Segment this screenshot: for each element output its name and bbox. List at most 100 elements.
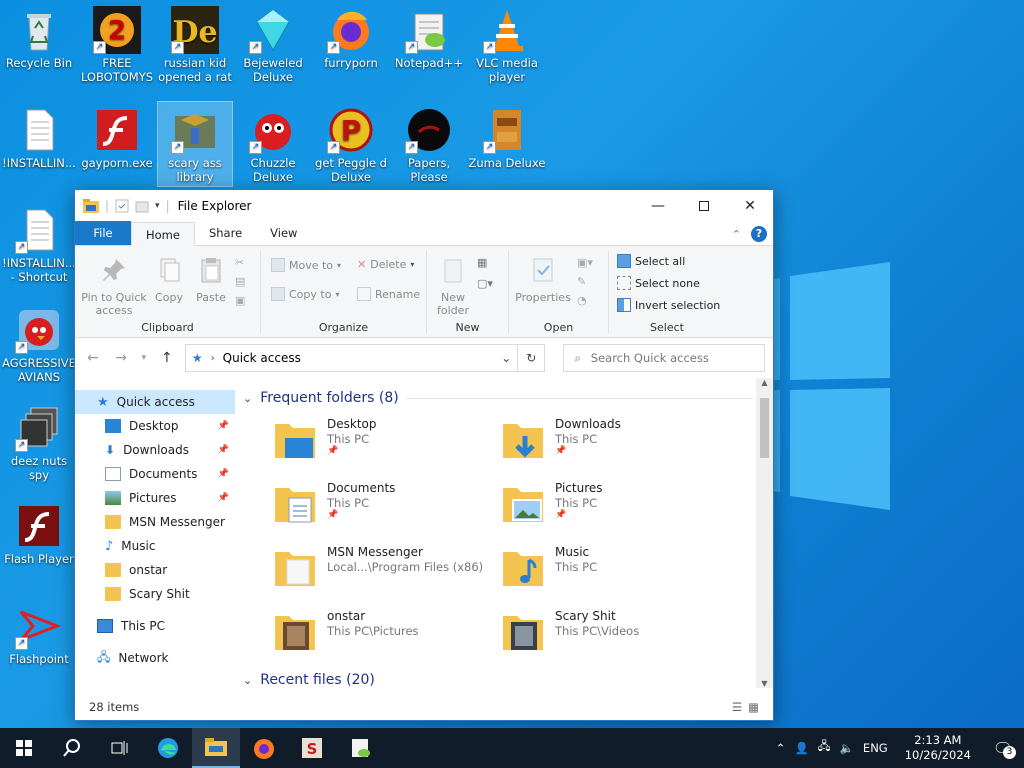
new-item-icon[interactable]: ▦ <box>477 256 493 269</box>
nav-network[interactable]: 🖧 Network <box>75 646 235 670</box>
chevron-up-icon[interactable]: ⌃ <box>776 741 786 755</box>
chevron-down-icon[interactable]: ⌄ <box>501 351 511 365</box>
properties-button[interactable]: Properties <box>515 256 571 304</box>
minimize-button[interactable]: — <box>635 190 681 222</box>
select-all-button[interactable]: Select all <box>617 254 685 268</box>
start-button[interactable] <box>0 728 48 768</box>
easy-access-icon[interactable]: ▢▾ <box>477 277 493 290</box>
desktop-icon-free-lobotomys[interactable]: 2 ↗ FREE LOBOTOMYS <box>78 6 156 84</box>
chevron-down-icon[interactable]: ▾ <box>155 201 160 211</box>
folder-item-pictures[interactable]: Pictures This PC 📌 <box>501 478 721 534</box>
edge-taskbar-button[interactable] <box>144 728 192 768</box>
folder-item-downloads[interactable]: Downloads This PC 📌 <box>501 414 721 470</box>
copy-to-button[interactable]: Copy to ▾ <box>271 287 339 301</box>
desktop-icon-furryporn[interactable]: ↗ furryporn <box>312 6 390 70</box>
desktop-icon-russian-kid[interactable]: De ↗ russian kid opened a rat <box>156 6 234 84</box>
chevron-up-icon[interactable]: ⌃ <box>732 228 741 241</box>
user-icon[interactable]: 👤 <box>794 741 808 755</box>
desktop-icon-bejeweled[interactable]: ↗ Bejeweled Deluxe <box>234 6 312 84</box>
close-button[interactable]: ✕ <box>727 190 773 222</box>
edit-icon[interactable]: ✎ <box>577 275 593 288</box>
frequent-folders-header[interactable]: ⌄ Frequent folders (8) <box>243 382 773 414</box>
paste-button[interactable]: Paste <box>193 256 229 304</box>
nav-music[interactable]: ♪ Music <box>75 534 235 558</box>
back-button[interactable]: ← <box>83 350 103 366</box>
folder-item-documents[interactable]: Documents This PC 📌 <box>273 478 493 534</box>
nav-msn-messenger[interactable]: MSN Messenger <box>75 510 235 534</box>
search-button[interactable] <box>48 728 96 768</box>
properties-icon[interactable] <box>115 199 129 213</box>
network-icon[interactable]: 🖧 <box>818 739 831 758</box>
refresh-button[interactable]: ↻ <box>517 344 546 372</box>
folder-item-onstar[interactable]: onstar This PC\Pictures <box>273 606 493 662</box>
nav-desktop[interactable]: Desktop 📌 <box>75 414 235 438</box>
desktop-icon-flashpoint[interactable]: ↗ Flashpoint <box>0 602 78 666</box>
invert-selection-button[interactable]: Invert selection <box>617 298 720 312</box>
up-button[interactable]: ↑ <box>157 350 177 366</box>
new-folder-button[interactable]: New folder <box>431 256 475 317</box>
tab-view[interactable]: View <box>256 221 311 245</box>
desktop-icon-peggle[interactable]: P ↗ get Peggle d Deluxe <box>312 106 390 184</box>
file-explorer-taskbar-button[interactable] <box>192 728 240 768</box>
desktop-icon-vlc[interactable]: ↗ VLC media player <box>468 6 546 84</box>
sumatra-taskbar-button[interactable]: S <box>288 728 336 768</box>
search-box[interactable]: ⌕ Search Quick access <box>563 344 766 372</box>
desktop-icon-zuma[interactable]: ↗ Zuma Deluxe <box>468 106 546 170</box>
nav-documents[interactable]: Documents 📌 <box>75 462 235 486</box>
nav-pictures[interactable]: Pictures 📌 <box>75 486 235 510</box>
folder-item-scary-shit[interactable]: Scary Shit This PC\Videos <box>501 606 721 662</box>
language-indicator[interactable]: ENG <box>863 741 888 755</box>
notepadpp-taskbar-button[interactable] <box>336 728 384 768</box>
nav-quick-access[interactable]: ★ Quick access <box>75 390 235 414</box>
desktop-icon-aggressive-avians[interactable]: ↗ AGGRESSIVE AVIANS <box>0 306 78 384</box>
downloads-folder-icon <box>503 424 543 458</box>
tab-share[interactable]: Share <box>195 221 256 245</box>
desktop-icon-recycle-bin[interactable]: Recycle Bin <box>0 6 78 70</box>
volume-icon[interactable]: 🔈 <box>840 741 854 755</box>
tab-file[interactable]: File <box>75 221 131 245</box>
firefox-taskbar-button[interactable] <box>240 728 288 768</box>
help-icon[interactable]: ? <box>751 226 767 242</box>
desktop-icon-gayporn[interactable]: gayporn.exe <box>78 106 156 170</box>
folder-item-desktop[interactable]: Desktop This PC 📌 <box>273 414 493 470</box>
open-icon[interactable]: ▣▾ <box>577 256 593 269</box>
select-none-button[interactable]: Select none <box>617 276 700 290</box>
pin-quick-access-button[interactable]: Pin to Quick access <box>81 256 147 317</box>
recent-files-header[interactable]: ⌄ Recent files (20) <box>243 670 773 690</box>
desktop-icon-deez-nuts-spy[interactable]: ↗ deez nuts spy <box>0 404 78 482</box>
copy-path-icon[interactable]: ▤ <box>235 275 245 288</box>
desktop-icon-papers-please[interactable]: ↗ Papers, Please <box>390 106 468 184</box>
task-view-button[interactable] <box>96 728 144 768</box>
nav-scary-shit[interactable]: Scary Shit <box>75 582 235 606</box>
large-icons-view-icon[interactable]: ▦ <box>748 700 759 714</box>
clock[interactable]: 2:13 AM 10/26/2024 <box>897 733 979 763</box>
folder-item-msn-messenger[interactable]: MSN Messenger Local...\Program Files (x86… <box>273 542 493 598</box>
maximize-button[interactable] <box>681 190 727 222</box>
scrollbar-thumb[interactable] <box>760 398 769 458</box>
vertical-scrollbar[interactable]: ▲ ▼ <box>756 378 773 688</box>
rename-button[interactable]: Rename <box>357 287 420 301</box>
desktop-icon-notepadpp[interactable]: ↗ Notepad++ <box>390 6 468 70</box>
desktop-icon-installing-shortcut[interactable]: ↗ !INSTALLIN... - Shortcut <box>0 206 78 284</box>
notifications-button[interactable]: 🗨 3 <box>988 733 1018 763</box>
nav-onstar[interactable]: onstar <box>75 558 235 582</box>
desktop-icon-scary-library[interactable]: ↗ scary ass library <box>157 101 233 187</box>
nav-this-pc[interactable]: This PC <box>75 614 235 638</box>
history-icon[interactable]: ◔ <box>577 294 593 307</box>
folder-item-music[interactable]: Music This PC <box>501 542 721 598</box>
desktop-icon-chuzzle[interactable]: ↗ Chuzzle Deluxe <box>234 106 312 184</box>
desktop-icon-installing[interactable]: !INSTALLIN... <box>0 106 78 170</box>
new-folder-small-icon[interactable] <box>135 199 149 213</box>
move-to-button[interactable]: Move to ▾ <box>271 258 341 272</box>
delete-button[interactable]: ✕ Delete ▾ <box>357 258 414 271</box>
copy-button[interactable]: Copy <box>151 256 187 304</box>
nav-downloads[interactable]: ⬇ Downloads 📌 <box>75 438 235 462</box>
cut-icon[interactable]: ✂ <box>235 256 245 269</box>
tab-home[interactable]: Home <box>131 222 195 246</box>
address-bar[interactable]: ★ › Quick access ⌄ <box>184 344 519 372</box>
forward-button[interactable]: → <box>111 350 131 366</box>
details-view-icon[interactable]: ☰ <box>732 700 742 714</box>
paste-shortcut-icon[interactable]: ▣ <box>235 294 245 307</box>
recent-locations-button[interactable]: ▾ <box>139 353 149 363</box>
desktop-icon-flash-player[interactable]: Flash Player <box>0 502 78 566</box>
